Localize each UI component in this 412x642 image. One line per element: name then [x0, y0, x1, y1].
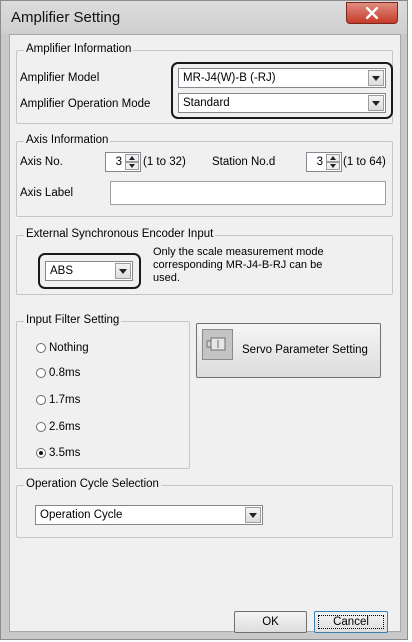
encoder-note-line1: Only the scale measurement mode: [153, 246, 324, 258]
operation-cycle-select[interactable]: Operation Cycle: [35, 505, 263, 525]
axis-label-label: Axis Label: [20, 187, 74, 199]
filter-option-label: 3.5ms: [49, 447, 81, 459]
chevron-down-icon[interactable]: [245, 507, 261, 523]
decrement-icon[interactable]: [125, 162, 139, 170]
amplifier-operation-mode-select[interactable]: Standard: [178, 93, 386, 113]
filter-option-label: 0.8ms: [49, 367, 81, 379]
radio-2-6ms[interactable]: [36, 422, 46, 432]
station-no-label: Station No.d: [212, 156, 276, 168]
servo-amplifier-icon: [202, 329, 233, 360]
filter-option-label: Nothing: [49, 342, 89, 354]
close-button[interactable]: [346, 2, 398, 24]
external-encoder-value: ABS: [50, 265, 74, 277]
axis-no-stepper[interactable]: 3: [105, 152, 141, 172]
station-no-value: 3: [316, 156, 323, 168]
input-filter-label: Input Filter Setting: [24, 314, 122, 326]
window-title: Amplifier Setting: [11, 9, 121, 26]
encoder-note-line3: used.: [153, 272, 180, 284]
servo-parameter-setting-label: Servo Parameter Setting: [242, 344, 368, 356]
external-encoder-select[interactable]: ABS: [45, 261, 133, 281]
decrement-icon[interactable]: [326, 162, 340, 170]
chevron-down-icon[interactable]: [368, 95, 384, 111]
operation-cycle-group: Operation Cycle Selection Operation Cycl…: [16, 478, 393, 538]
amplifier-information-group: Amplifier Information Amplifier Model Am…: [16, 43, 393, 124]
radio-0-8ms[interactable]: [36, 368, 46, 378]
external-encoder-group: External Synchronous Encoder Input ABS O…: [16, 228, 393, 295]
amplifier-model-label: Amplifier Model: [20, 72, 100, 84]
amplifier-model-value: MR-J4(W)-B (-RJ): [183, 72, 276, 84]
ok-button[interactable]: OK: [234, 611, 307, 633]
amplifier-information-label: Amplifier Information: [24, 43, 134, 55]
increment-icon[interactable]: [125, 154, 139, 162]
encoder-note-line2: corresponding MR-J4-B-RJ can be: [153, 259, 323, 271]
axis-no-label: Axis No.: [20, 156, 63, 168]
filter-option-label: 2.6ms: [49, 421, 81, 433]
axis-label-input[interactable]: [110, 181, 386, 205]
external-encoder-label: External Synchronous Encoder Input: [24, 228, 216, 240]
amplifier-operation-mode-label: Amplifier Operation Mode: [20, 98, 151, 110]
input-filter-group: Input Filter Setting Nothing 0.8ms 1.7ms…: [16, 314, 190, 469]
amplifier-model-select[interactable]: MR-J4(W)-B (-RJ): [178, 68, 386, 88]
dialog-client: Amplifier Information Amplifier Model Am…: [9, 34, 401, 633]
title-bar[interactable]: Amplifier Setting: [1, 1, 407, 34]
axis-information-group: Axis Information Axis No. 3 (1 to 32) St…: [16, 134, 393, 217]
station-no-range: (1 to 64): [343, 156, 386, 168]
axis-no-range: (1 to 32): [143, 156, 186, 168]
station-no-stepper[interactable]: 3: [306, 152, 342, 172]
chevron-down-icon[interactable]: [368, 70, 384, 86]
servo-parameter-setting-button[interactable]: Servo Parameter Setting: [196, 323, 381, 378]
amplifier-operation-mode-value: Standard: [183, 97, 230, 109]
axis-information-label: Axis Information: [24, 134, 111, 146]
radio-nothing[interactable]: [36, 343, 46, 353]
chevron-down-icon[interactable]: [115, 263, 131, 279]
cancel-button[interactable]: Cancel: [314, 611, 388, 633]
axis-no-value: 3: [115, 156, 122, 168]
amplifier-setting-window: Amplifier Setting Amplifier Information …: [0, 0, 408, 640]
operation-cycle-value: Operation Cycle: [40, 509, 123, 521]
radio-3-5ms[interactable]: [36, 448, 46, 458]
close-icon: [366, 7, 378, 19]
operation-cycle-label: Operation Cycle Selection: [24, 478, 161, 490]
radio-1-7ms[interactable]: [36, 395, 46, 405]
filter-option-label: 1.7ms: [49, 394, 81, 406]
increment-icon[interactable]: [326, 154, 340, 162]
